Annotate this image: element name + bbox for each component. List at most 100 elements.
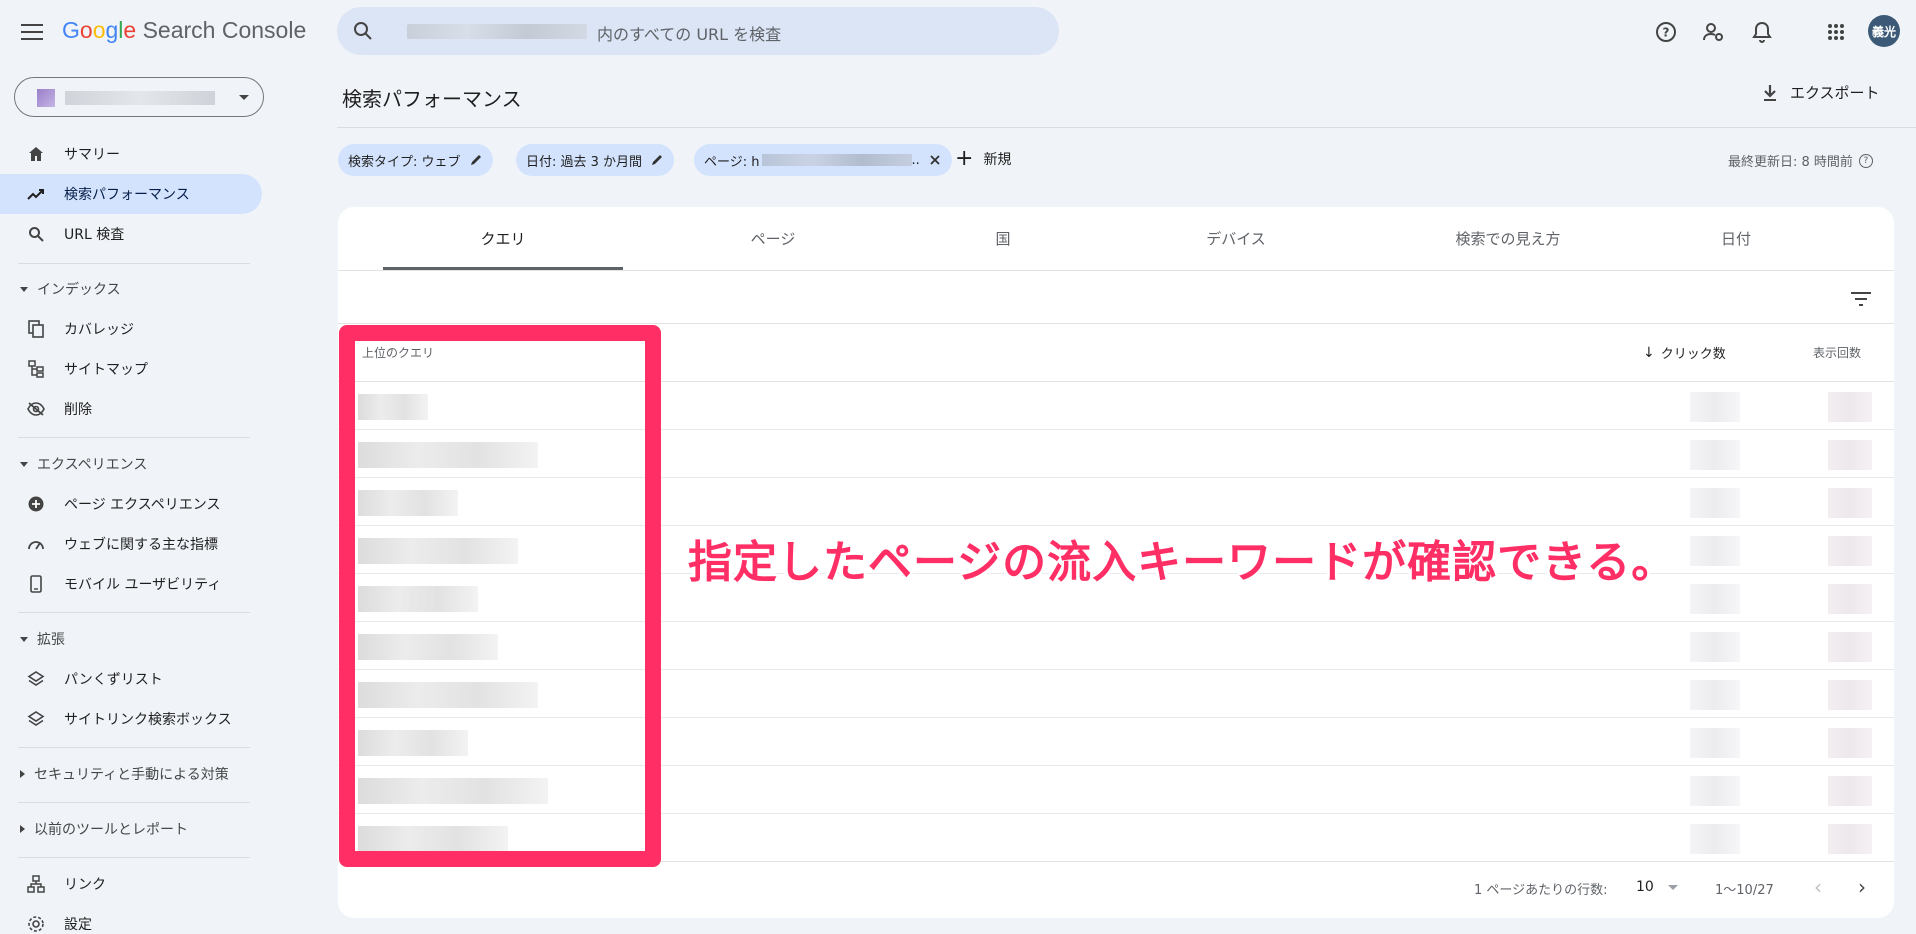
- redacted-clicks: [1690, 392, 1740, 422]
- column-header-clicks[interactable]: ↓ クリック数: [1643, 343, 1726, 363]
- help-icon[interactable]: ?: [1858, 153, 1873, 168]
- smartphone-icon: [27, 575, 45, 593]
- sidebar-item-settings[interactable]: 設定: [0, 904, 262, 934]
- redacted-clicks: [1690, 488, 1740, 518]
- sidebar-item-performance[interactable]: 検索パフォーマンス: [0, 174, 262, 214]
- rows-per-page-select[interactable]: 10: [1636, 879, 1678, 895]
- sidebar-item-url-inspection[interactable]: URL 検査: [0, 214, 262, 254]
- logo-product-name: Search Console: [142, 17, 307, 43]
- home-icon: [27, 145, 45, 163]
- sidebar-section-index[interactable]: インデックス: [0, 274, 262, 304]
- sidebar-item-core-web-vitals[interactable]: ウェブに関する主な指標: [0, 524, 262, 564]
- tab-dates[interactable]: 日付: [1616, 207, 1856, 270]
- redacted-impressions: [1828, 392, 1872, 422]
- sidebar-item-sitelinks-searchbox[interactable]: サイトリンク検索ボックス: [0, 699, 262, 739]
- sidebar-item-coverage[interactable]: カバレッジ: [0, 309, 262, 349]
- page-title: 検索パフォーマンス: [342, 87, 522, 111]
- redacted-clicks: [1690, 824, 1740, 854]
- caret-down-icon: [20, 636, 28, 642]
- add-filter-button[interactable]: + 新規: [955, 148, 1011, 170]
- redacted-clicks: [1690, 680, 1740, 710]
- filter-rows-icon[interactable]: [1848, 286, 1874, 312]
- tab-queries[interactable]: クエリ: [383, 207, 623, 270]
- caret-down-icon: [20, 286, 28, 292]
- help-icon[interactable]: ?: [1652, 18, 1680, 46]
- caret-right-icon: [20, 770, 25, 778]
- divider: [18, 263, 250, 264]
- redacted-clicks: [1690, 536, 1740, 566]
- filter-chip-search-type[interactable]: 検索タイプ: ウェブ: [338, 144, 493, 176]
- section-label: セキュリティと手動による対策: [34, 767, 229, 783]
- sidebar-item-label: サイトマップ: [64, 362, 148, 378]
- chip-label: 検索タイプ: ウェブ: [348, 154, 461, 170]
- account-avatar[interactable]: 義光: [1868, 15, 1900, 47]
- sidebar-section-experience[interactable]: エクスペリエンス: [0, 449, 262, 479]
- caret-down-icon: [20, 461, 28, 467]
- filter-chip-page[interactable]: ページ: h ..: [694, 144, 952, 176]
- annotation-text: 指定したページの流入キーワードが確認できる。: [688, 537, 1677, 588]
- divider: [18, 437, 250, 438]
- section-label: 拡張: [37, 632, 65, 648]
- edit-icon: [469, 153, 483, 167]
- app-logo[interactable]: Google Search Console: [62, 17, 306, 44]
- property-favicon: [37, 89, 55, 107]
- divider: [338, 270, 1894, 271]
- logo-letter: o: [79, 17, 93, 43]
- url-inspect-search-bar[interactable]: 内のすべての URL を検査: [337, 7, 1059, 55]
- chip-label: 日付: 過去 3 か月間: [526, 154, 643, 170]
- apps-grid-icon[interactable]: [1822, 18, 1850, 46]
- sidebar-item-label: ページ エクスペリエンス: [64, 497, 221, 513]
- redacted-domain: [407, 24, 587, 39]
- sidebar-section-security[interactable]: セキュリティと手動による対策: [0, 759, 262, 789]
- sidebar-item-page-experience[interactable]: ページ エクスペリエンス: [0, 484, 262, 524]
- caret-right-icon: [20, 825, 25, 833]
- notifications-icon[interactable]: [1748, 18, 1776, 46]
- user-settings-icon[interactable]: [1700, 18, 1728, 46]
- divider: [338, 323, 1894, 324]
- search-icon: [27, 225, 45, 243]
- tab-devices[interactable]: デバイス: [1116, 207, 1356, 270]
- export-button[interactable]: エクスポート: [1760, 82, 1880, 103]
- sidebar-item-summary[interactable]: サマリー: [0, 134, 262, 174]
- tab-search-appearance[interactable]: 検索での見え方: [1358, 207, 1658, 270]
- section-label: 以前のツールとレポート: [34, 822, 188, 838]
- close-icon[interactable]: [928, 153, 942, 167]
- section-label: エクスペリエンス: [37, 457, 148, 473]
- hamburger-menu-icon[interactable]: [18, 18, 46, 46]
- property-selector[interactable]: [14, 77, 264, 117]
- sidebar-item-removals[interactable]: 削除: [0, 389, 262, 429]
- pagination-range: 1〜10/27: [1715, 883, 1774, 898]
- redacted-clicks: [1690, 728, 1740, 758]
- sidebar-item-breadcrumbs[interactable]: パンくずリスト: [0, 659, 262, 699]
- speed-icon: [27, 535, 45, 553]
- sidebar-item-mobile-usability[interactable]: モバイル ユーザビリティ: [0, 564, 262, 604]
- divider: [18, 857, 250, 858]
- redacted-impressions: [1828, 776, 1872, 806]
- sidebar-item-label: リンク: [64, 877, 106, 893]
- arrow-down-icon: ↓: [1643, 344, 1655, 361]
- svg-text:?: ?: [1663, 26, 1670, 40]
- tab-countries[interactable]: 国: [883, 207, 1123, 270]
- previous-page-icon[interactable]: ‹: [1806, 875, 1830, 899]
- next-page-icon[interactable]: ›: [1850, 875, 1874, 899]
- sidebar-item-label: 設定: [64, 917, 92, 933]
- sidebar-item-label: サマリー: [64, 147, 120, 163]
- sidebar-item-sitemaps[interactable]: サイトマップ: [0, 349, 262, 389]
- last-updated: 最終更新日: 8 時間前 ?: [1728, 151, 1873, 170]
- file-copy-icon: [27, 320, 45, 338]
- sidebar-item-links[interactable]: リンク: [0, 864, 262, 904]
- logo-letter: g: [105, 17, 119, 43]
- search-icon: [351, 19, 375, 43]
- tab-pages[interactable]: ページ: [653, 207, 893, 270]
- sidebar-section-enhancements[interactable]: 拡張: [0, 624, 262, 654]
- chevron-down-icon: [239, 95, 249, 100]
- edit-icon: [650, 153, 664, 167]
- divider: [18, 802, 250, 803]
- sidebar-section-legacy-tools[interactable]: 以前のツールとレポート: [0, 814, 262, 844]
- redacted-impressions: [1828, 632, 1872, 662]
- settings-icon: [27, 915, 45, 933]
- column-header-impressions[interactable]: 表示回数: [1813, 344, 1861, 361]
- filter-chip-date[interactable]: 日付: 過去 3 か月間: [516, 144, 675, 176]
- redacted-clicks: [1690, 440, 1740, 470]
- redacted-clicks: [1690, 776, 1740, 806]
